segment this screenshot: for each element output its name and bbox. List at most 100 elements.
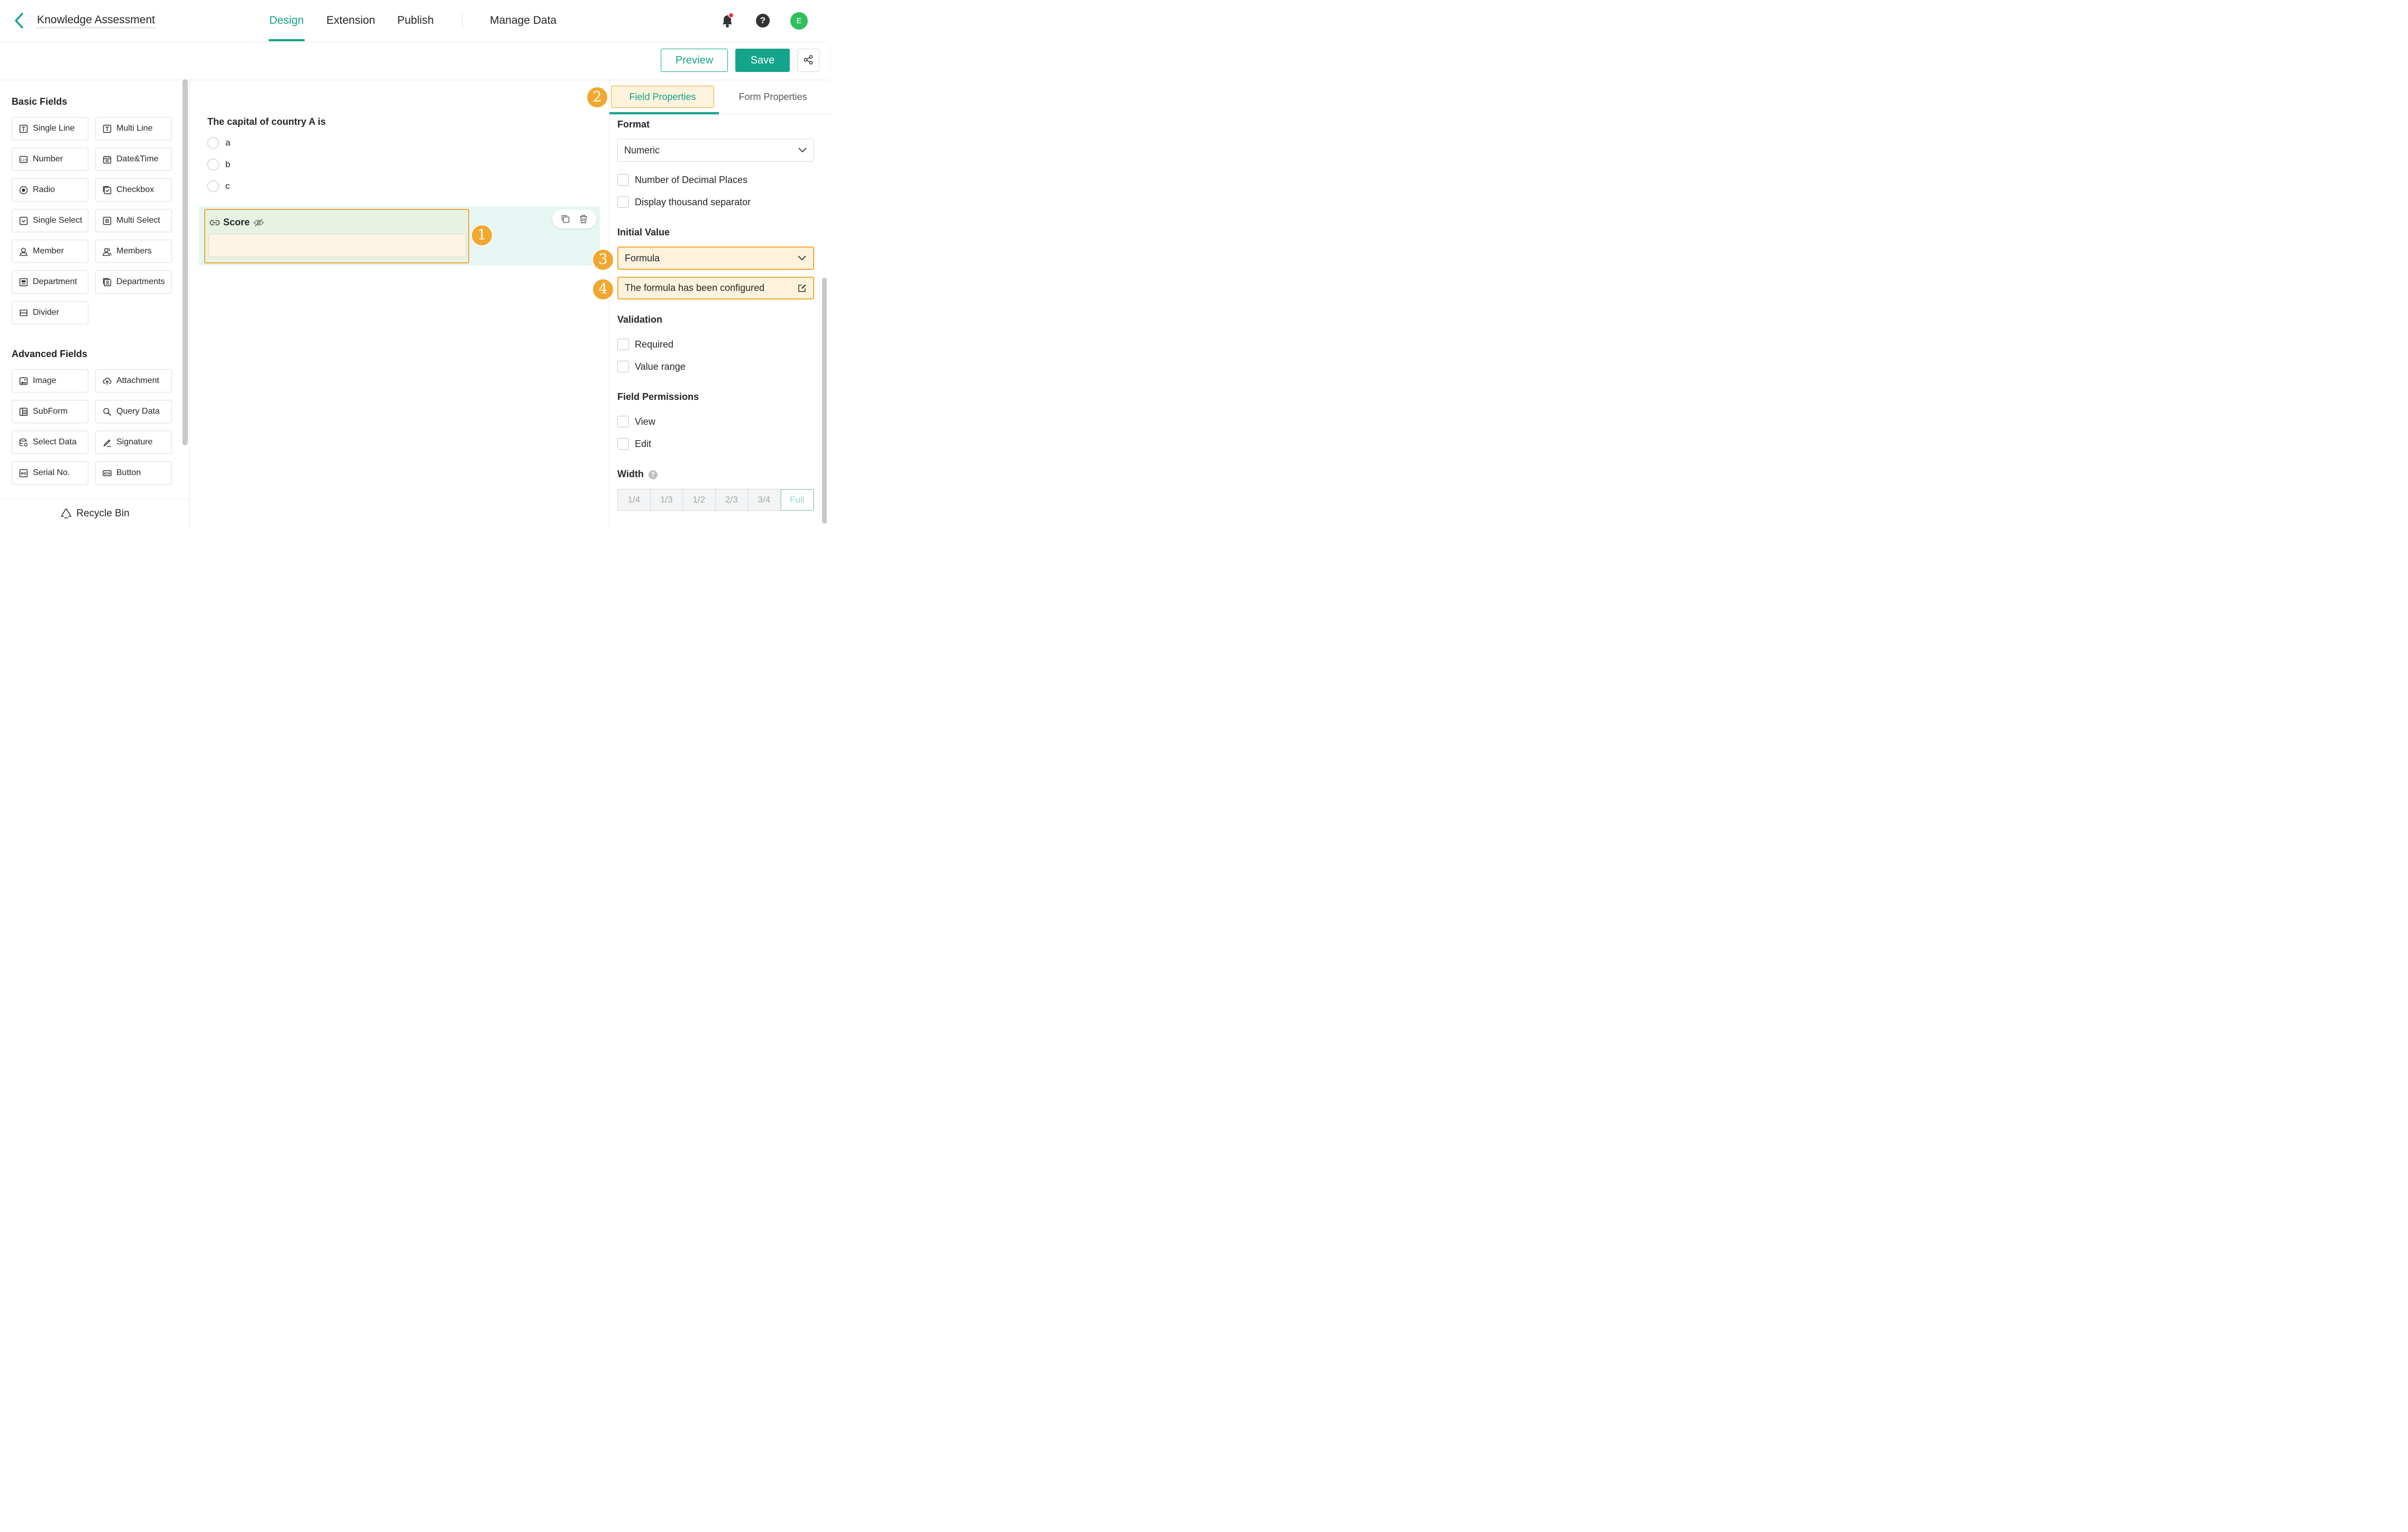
field-button[interactable]: BTN Button bbox=[95, 461, 172, 485]
formula-editor-field[interactable]: The formula has been configured bbox=[617, 277, 814, 299]
tab-design[interactable]: Design bbox=[269, 14, 304, 28]
radio-button[interactable] bbox=[207, 159, 219, 170]
score-field-header: Score bbox=[209, 217, 268, 228]
checkbox-label: Value range bbox=[635, 361, 686, 372]
checkbox-box[interactable] bbox=[617, 339, 629, 350]
field-serial-no[interactable]: NO Serial No. bbox=[12, 461, 88, 485]
properties-panel: Field Properties Form Properties Format … bbox=[586, 79, 830, 528]
width-segmented-control: 1/4 1/3 1/2 2/3 3/4 Full bbox=[617, 489, 814, 511]
form-canvas: The capital of country A is a b c Score bbox=[190, 79, 609, 528]
width-heading-label: Width bbox=[617, 469, 644, 479]
preview-button[interactable]: Preview bbox=[661, 49, 728, 72]
radio-button[interactable] bbox=[207, 180, 219, 192]
delete-field-button[interactable] bbox=[579, 214, 588, 224]
chevron-down-icon bbox=[798, 148, 807, 153]
field-label: Image bbox=[33, 376, 57, 385]
field-multi-select[interactable]: Multi Select bbox=[95, 209, 172, 232]
width-option-two-thirds[interactable]: 2/3 bbox=[715, 489, 748, 510]
tab-manage-data[interactable]: Manage Data bbox=[490, 14, 557, 28]
score-field-card[interactable]: Score bbox=[204, 209, 469, 263]
radio-button[interactable] bbox=[207, 137, 219, 149]
selected-field-row[interactable]: Score 1 bbox=[199, 206, 600, 266]
field-members[interactable]: Members bbox=[95, 240, 172, 263]
edit-permission-checkbox[interactable]: Edit bbox=[617, 438, 651, 450]
checkbox-box[interactable] bbox=[617, 438, 629, 450]
app-title[interactable]: Knowledge Assessment bbox=[37, 14, 155, 28]
format-select[interactable]: Numeric bbox=[617, 139, 814, 162]
save-button[interactable]: Save bbox=[735, 49, 790, 72]
field-label: Department bbox=[33, 277, 77, 286]
field-label: Multi Line bbox=[116, 124, 153, 133]
field-departments[interactable]: Departments bbox=[95, 270, 172, 294]
radio-option-b[interactable]: b bbox=[207, 159, 230, 170]
share-button[interactable] bbox=[797, 49, 819, 72]
score-field-label: Score bbox=[223, 217, 250, 227]
tab-form-properties[interactable]: Form Properties bbox=[730, 86, 816, 108]
checkbox-label: Number of Decimal Places bbox=[635, 174, 748, 185]
field-date-time[interactable]: Date&Time bbox=[95, 148, 172, 171]
required-checkbox[interactable]: Required bbox=[617, 339, 673, 350]
share-icon bbox=[804, 54, 813, 65]
field-label: Button bbox=[116, 468, 141, 477]
left-panel-scrollbar[interactable] bbox=[183, 79, 188, 445]
field-department[interactable]: Department bbox=[12, 270, 88, 294]
top-bar: Knowledge Assessment Design Extension Pu… bbox=[0, 0, 829, 42]
width-option-third[interactable]: 1/3 bbox=[650, 489, 683, 510]
field-multi-line[interactable]: Multi Line bbox=[95, 117, 172, 140]
formula-status-text: The formula has been configured bbox=[625, 282, 765, 293]
width-option-half[interactable]: 1/2 bbox=[683, 489, 716, 510]
radio-option-c[interactable]: c bbox=[207, 180, 230, 192]
checkbox-label: Display thousand separator bbox=[635, 196, 751, 207]
notification-bell-icon[interactable] bbox=[720, 13, 734, 29]
tab-extension[interactable]: Extension bbox=[326, 14, 375, 28]
view-permission-checkbox[interactable]: View bbox=[617, 416, 655, 427]
thousand-separator-checkbox[interactable]: Display thousand separator bbox=[617, 196, 751, 208]
recycle-bin-button[interactable]: Recycle Bin bbox=[0, 499, 190, 528]
checkbox-box[interactable] bbox=[617, 174, 629, 186]
field-divider[interactable]: Divider bbox=[12, 301, 88, 324]
multi-line-icon bbox=[103, 124, 112, 133]
width-option-full[interactable]: Full bbox=[780, 489, 814, 510]
field-number[interactable]: 123 Number bbox=[12, 148, 88, 171]
score-field-input[interactable] bbox=[208, 234, 466, 257]
field-query-data[interactable]: Query Data bbox=[95, 400, 172, 423]
width-heading: Width? bbox=[617, 469, 658, 480]
member-icon bbox=[20, 247, 28, 256]
value-range-checkbox[interactable]: Value range bbox=[617, 361, 686, 372]
serial-icon: NO bbox=[19, 469, 28, 477]
copy-field-button[interactable] bbox=[561, 214, 570, 224]
tab-publish[interactable]: Publish bbox=[397, 14, 434, 28]
field-image[interactable]: Image bbox=[12, 369, 88, 393]
decimal-places-checkbox[interactable]: Number of Decimal Places bbox=[617, 174, 747, 186]
link-icon bbox=[209, 220, 220, 225]
field-subform[interactable]: SubForm bbox=[12, 400, 88, 423]
edit-icon[interactable] bbox=[797, 284, 807, 293]
width-option-quarter[interactable]: 1/4 bbox=[618, 489, 651, 510]
field-attachment[interactable]: Attachment bbox=[95, 369, 172, 393]
field-signature[interactable]: Signature bbox=[95, 431, 172, 454]
question-title[interactable]: The capital of country A is bbox=[207, 116, 326, 127]
radio-option-label: c bbox=[225, 181, 230, 191]
radio-icon bbox=[19, 186, 28, 194]
radio-option-a[interactable]: a bbox=[207, 137, 230, 149]
field-radio[interactable]: Radio bbox=[12, 178, 88, 202]
checkbox-box[interactable] bbox=[617, 361, 629, 372]
initial-value-select[interactable]: Formula bbox=[617, 247, 814, 270]
field-checkbox[interactable]: Checkbox bbox=[95, 178, 172, 202]
checkbox-box[interactable] bbox=[617, 416, 629, 427]
help-icon[interactable]: ? bbox=[756, 14, 770, 28]
svg-text:NO: NO bbox=[21, 471, 26, 476]
checkbox-box[interactable] bbox=[617, 196, 629, 208]
button-icon: BTN bbox=[103, 470, 112, 476]
right-panel-scrollbar[interactable] bbox=[822, 278, 827, 524]
help-circle-icon[interactable]: ? bbox=[648, 470, 658, 479]
field-single-line[interactable]: Single Line bbox=[12, 117, 88, 140]
back-arrow-icon[interactable] bbox=[12, 12, 28, 30]
multi-select-icon bbox=[103, 216, 112, 225]
tab-field-properties[interactable]: Field Properties bbox=[611, 86, 714, 108]
field-member[interactable]: Member bbox=[12, 240, 88, 263]
field-single-select[interactable]: Single Select bbox=[12, 209, 88, 232]
user-avatar[interactable]: E bbox=[790, 12, 808, 30]
width-option-three-quarters[interactable]: 3/4 bbox=[748, 489, 781, 510]
field-select-data[interactable]: Select Data bbox=[12, 431, 88, 454]
